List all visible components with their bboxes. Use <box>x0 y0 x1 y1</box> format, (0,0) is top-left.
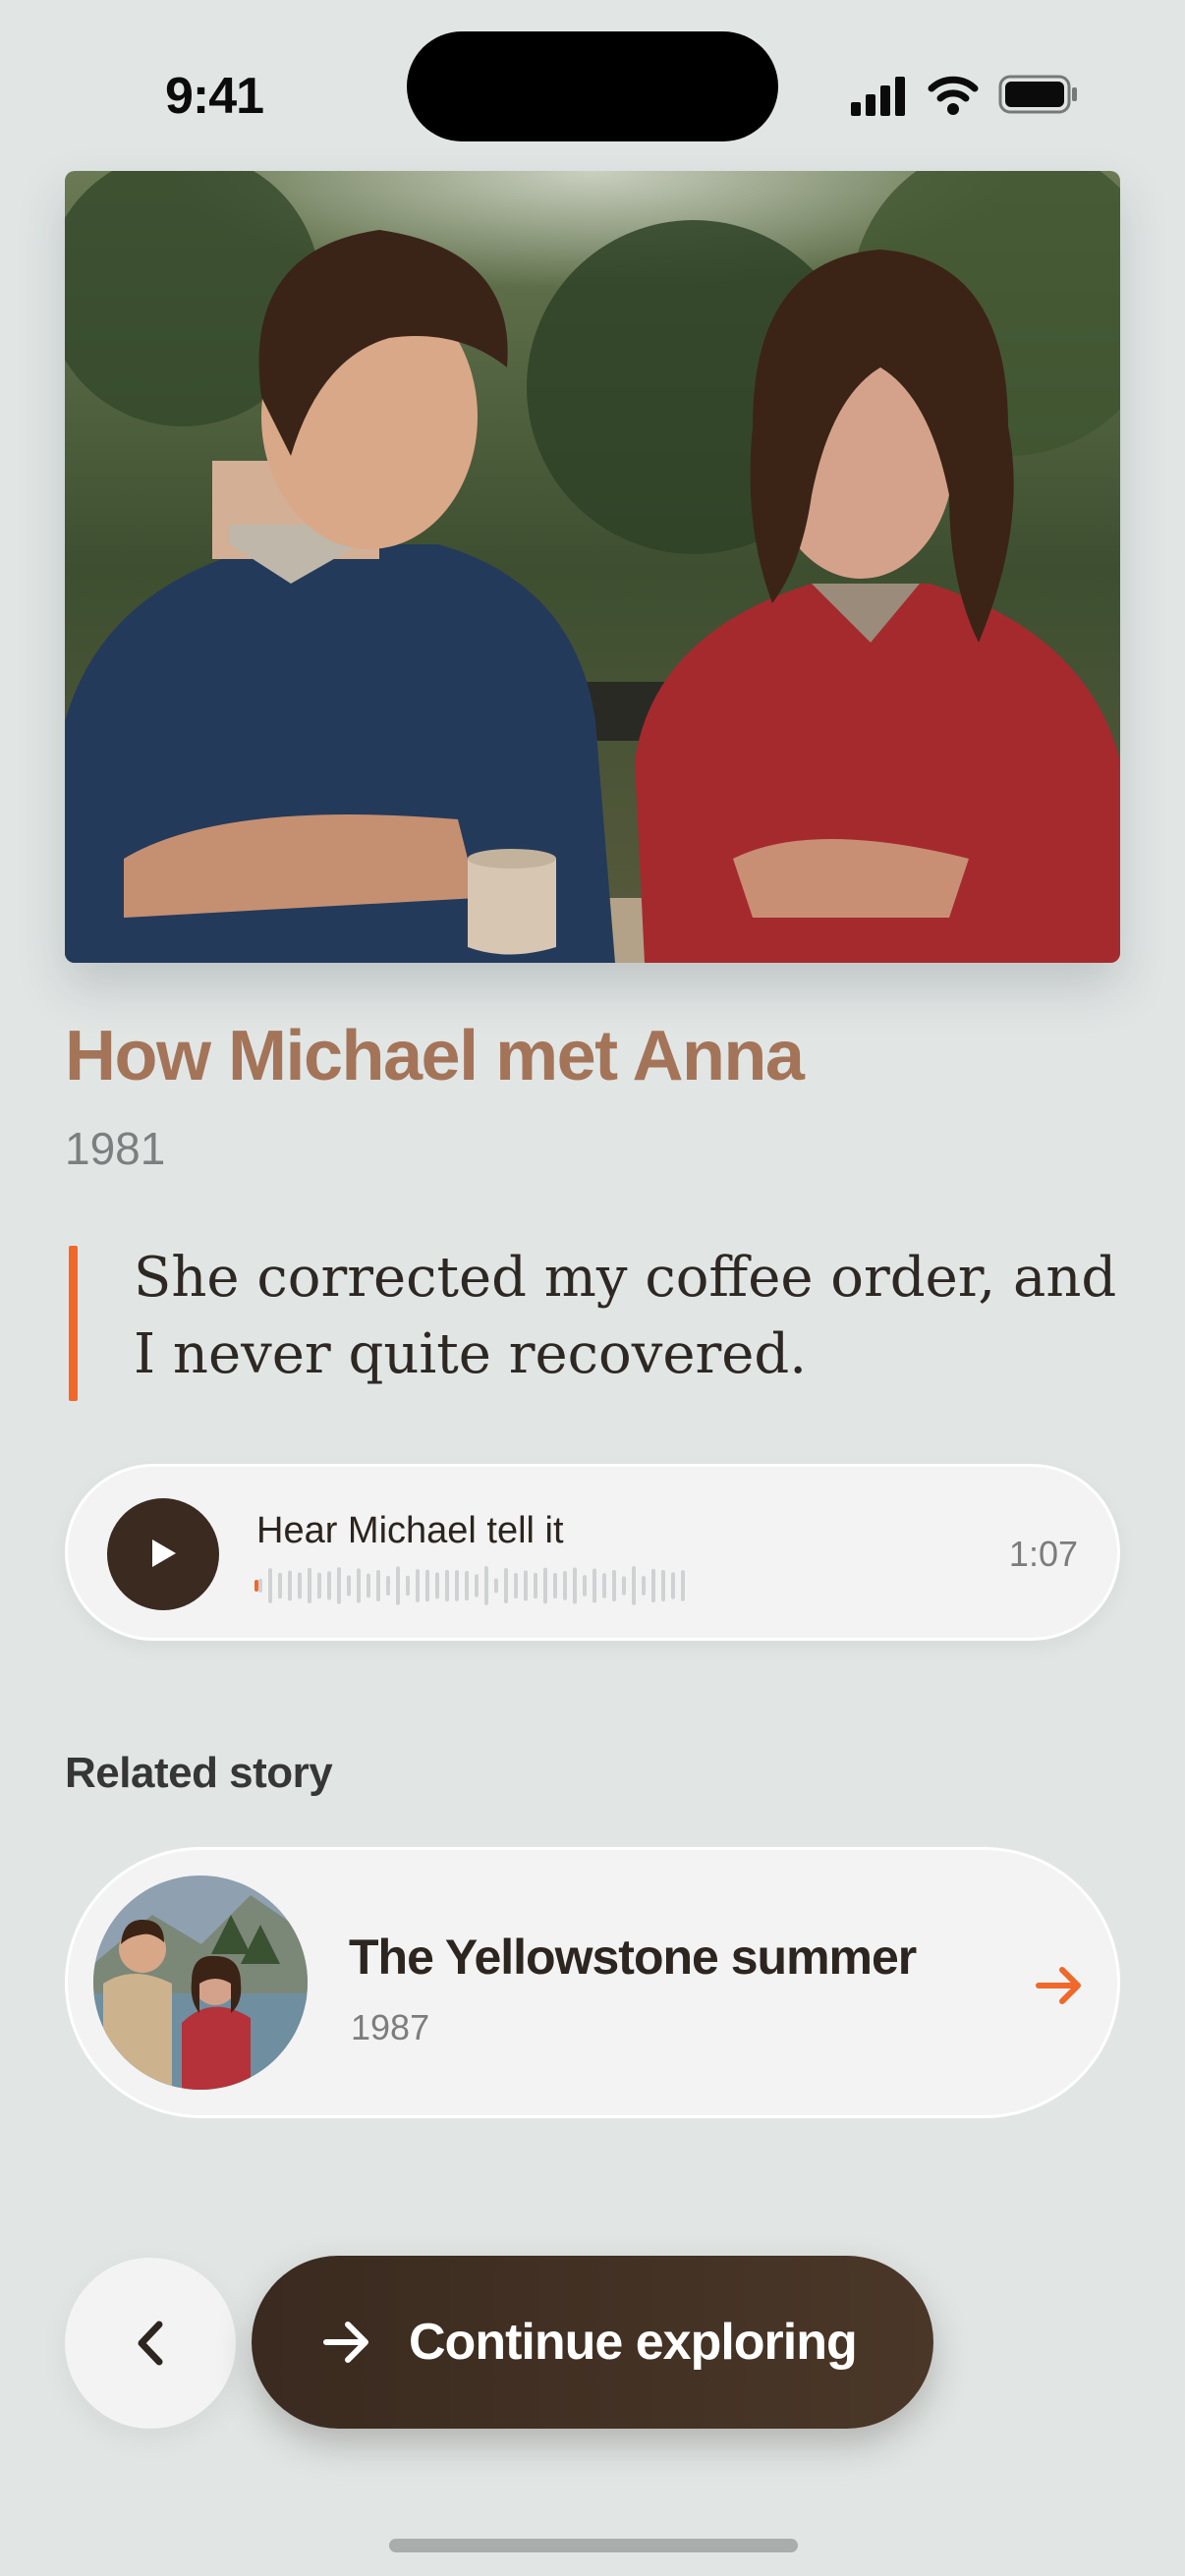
waveform-bar <box>396 1566 400 1605</box>
waveform-bar <box>583 1575 587 1596</box>
waveform-bar <box>445 1570 449 1601</box>
playhead[interactable] <box>254 1580 258 1592</box>
waveform-bar <box>337 1567 341 1604</box>
waveform-bar <box>524 1570 528 1601</box>
waveform-bar <box>268 1568 272 1603</box>
waveform-bar <box>435 1572 439 1599</box>
waveform-bar <box>612 1570 616 1601</box>
story-quote: She corrected my coffee order, and I nev… <box>134 1246 1117 1386</box>
waveform-bar <box>475 1574 479 1597</box>
waveform-bar <box>514 1573 518 1598</box>
related-story-title: The Yellowstone summer <box>349 1930 917 1985</box>
waveform-bar <box>651 1568 655 1603</box>
status-time: 9:41 <box>165 68 264 125</box>
waveform-bar <box>553 1572 557 1599</box>
battery-icon <box>998 75 1077 114</box>
status-bar: 9:41 <box>0 0 1185 177</box>
audio-waveform[interactable] <box>254 1561 697 1610</box>
cellular-signal-icon <box>851 77 905 116</box>
waveform-bar <box>592 1568 596 1603</box>
related-story-year: 1987 <box>351 2007 430 2047</box>
home-indicator <box>389 2539 798 2552</box>
waveform-bar <box>416 1569 420 1602</box>
waveform-bar <box>632 1566 636 1605</box>
waveform-bar <box>543 1567 547 1604</box>
waveform-bar <box>671 1572 675 1599</box>
waveform-bar <box>602 1573 606 1598</box>
waveform-bar <box>288 1570 292 1601</box>
waveform-bar <box>494 1578 498 1594</box>
arrow-right-icon <box>1036 1967 1081 2004</box>
waveform-bar <box>367 1573 370 1598</box>
waveform-bar <box>573 1567 577 1604</box>
waveform-bar <box>298 1572 302 1599</box>
waveform-bar <box>317 1572 321 1599</box>
story-photo <box>65 171 1120 963</box>
related-story-card[interactable]: The Yellowstone summer 1987 <box>65 1847 1120 2118</box>
waveform-bar <box>504 1568 508 1603</box>
related-heading: Related story <box>65 1749 333 1797</box>
chevron-left-icon <box>138 2321 163 2366</box>
waveform-bar <box>425 1569 429 1602</box>
play-button[interactable] <box>107 1498 219 1610</box>
waveform-bar <box>376 1570 380 1601</box>
waveform-bar <box>386 1576 390 1596</box>
waveform-bar <box>347 1575 351 1596</box>
dynamic-island <box>407 31 778 141</box>
waveform-bar <box>622 1576 626 1596</box>
waveform-bar <box>406 1575 410 1596</box>
wifi-icon <box>928 76 979 115</box>
waveform-bar <box>642 1576 646 1596</box>
arrow-right-icon <box>323 2322 368 2363</box>
quote-accent-bar <box>69 1246 78 1401</box>
play-icon <box>152 1540 176 1567</box>
audio-label: Hear Michael tell it <box>256 1510 564 1551</box>
waveform-bar <box>465 1570 469 1601</box>
continue-exploring-label: Continue exploring <box>409 2314 858 2371</box>
waveform-bar <box>308 1567 311 1604</box>
related-story-thumbnail <box>93 1876 308 2090</box>
story-title: How Michael met Anna <box>65 1017 805 1095</box>
waveform-bar <box>327 1571 331 1600</box>
waveform-bar <box>534 1572 537 1599</box>
waveform-bar <box>681 1570 685 1601</box>
waveform-bar <box>455 1570 459 1601</box>
audio-duration: 1:07 <box>1008 1534 1078 1574</box>
story-year: 1981 <box>65 1123 166 1174</box>
audio-player: Hear Michael tell it 1:07 <box>65 1464 1120 1641</box>
continue-exploring-button[interactable]: Continue exploring <box>252 2256 933 2429</box>
back-button[interactable] <box>65 2258 236 2429</box>
waveform-bar <box>357 1568 361 1603</box>
waveform-bar <box>278 1572 282 1599</box>
waveform-bar <box>661 1570 665 1601</box>
waveform-bar <box>563 1571 567 1600</box>
waveform-bar <box>258 1579 262 1593</box>
waveform-bar <box>484 1566 488 1605</box>
